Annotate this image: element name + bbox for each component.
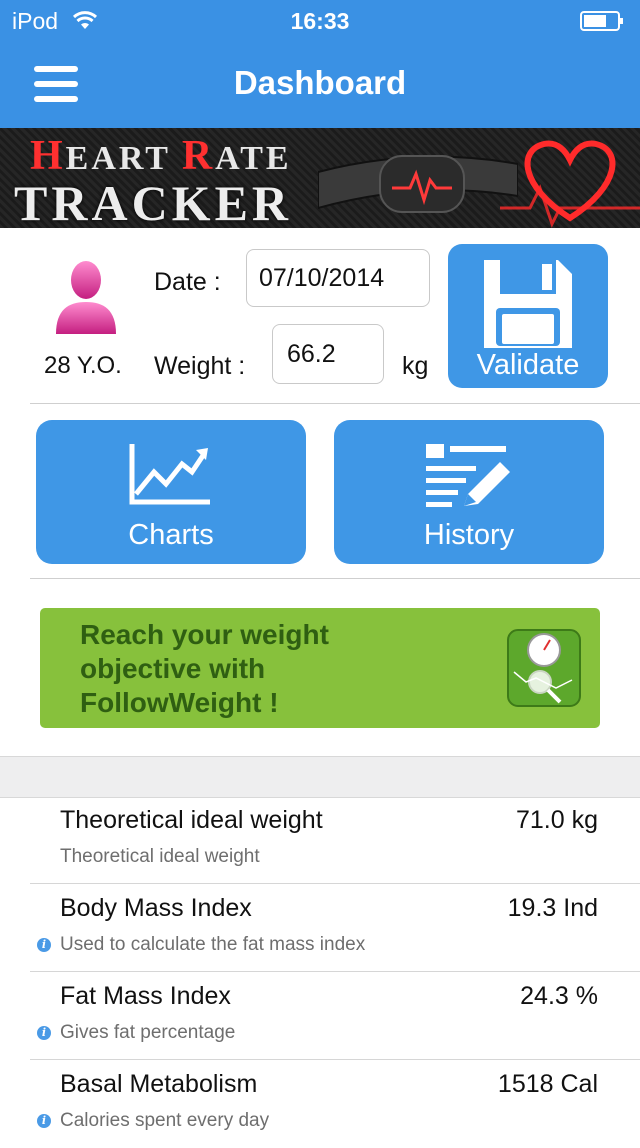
stat-row-ideal-weight: Theoretical ideal weight 71.0 kg Theoret… bbox=[0, 796, 640, 884]
validate-button-label: Validate bbox=[476, 349, 580, 381]
avatar bbox=[54, 258, 118, 341]
heart-icon bbox=[500, 128, 640, 228]
stat-name: Body Mass Index bbox=[60, 894, 252, 922]
navigation-bar: Dashboard bbox=[0, 42, 640, 128]
save-icon bbox=[482, 258, 574, 355]
stat-value: 19.3 Ind bbox=[507, 894, 598, 922]
banner-text-eart: EART bbox=[65, 140, 182, 177]
stat-value: 1518 Cal bbox=[497, 1070, 598, 1098]
divider bbox=[30, 578, 640, 579]
line-chart-icon bbox=[126, 442, 212, 513]
banner-letter-h: H bbox=[30, 133, 66, 179]
weight-field[interactable]: 66.2 bbox=[272, 324, 384, 384]
heart-rate-strap-icon bbox=[317, 136, 519, 227]
stat-description: Theoretical ideal weight bbox=[60, 846, 260, 867]
top-bar: iPod 16:33 Dashboard bbox=[0, 0, 640, 128]
stat-name: Theoretical ideal weight bbox=[60, 806, 323, 834]
stat-value: 24.3 % bbox=[520, 982, 598, 1010]
stat-name: Fat Mass Index bbox=[60, 982, 231, 1010]
section-gap bbox=[0, 756, 640, 798]
stat-row-bmi: Body Mass Index 19.3 Ind i Used to calcu… bbox=[0, 884, 640, 972]
banner-tracker-text: TRACKER bbox=[14, 175, 293, 228]
battery-icon bbox=[580, 10, 626, 38]
charts-button-label: Charts bbox=[128, 519, 214, 551]
weight-unit-label: kg bbox=[402, 352, 429, 380]
date-label: Date : bbox=[154, 268, 221, 296]
age-label: 28 Y.O. bbox=[44, 352, 122, 379]
weight-label: Weight : bbox=[154, 352, 246, 380]
stat-name: Basal Metabolism bbox=[60, 1070, 258, 1098]
stat-row-fat-mass: Fat Mass Index 24.3 % i Gives fat percen… bbox=[0, 972, 640, 1060]
date-field[interactable]: 07/10/2014 bbox=[246, 249, 430, 307]
followweight-app-icon bbox=[506, 628, 582, 713]
banner-heart-rate-text: HEART RATE bbox=[30, 132, 292, 180]
validate-button[interactable]: Validate bbox=[448, 244, 608, 388]
info-icon[interactable]: i bbox=[37, 938, 51, 952]
promo-text: Reach your weight objective with FollowW… bbox=[80, 619, 329, 718]
history-button-label: History bbox=[423, 519, 515, 551]
divider bbox=[30, 403, 640, 404]
status-time: 16:33 bbox=[290, 8, 350, 34]
banner-text-ate: ATE bbox=[215, 140, 292, 177]
history-list-icon bbox=[424, 442, 514, 521]
heart-rate-tracker-banner: HEART RATE TRACKER bbox=[0, 128, 640, 228]
page-title: Dashboard bbox=[233, 64, 407, 101]
stat-value: 71.0 kg bbox=[515, 806, 598, 834]
stat-description: Gives fat percentage bbox=[60, 1022, 236, 1043]
stat-description: Used to calculate the fat mass index bbox=[60, 934, 366, 955]
banner-letter-r: R bbox=[181, 133, 216, 179]
info-icon[interactable]: i bbox=[37, 1026, 51, 1040]
charts-button[interactable]: Charts bbox=[36, 420, 306, 564]
history-button[interactable]: History bbox=[334, 420, 604, 564]
status-bar: iPod 16:33 bbox=[0, 0, 640, 42]
stat-description: Calories spent every day bbox=[60, 1110, 270, 1131]
stat-row-basal-metabolism: Basal Metabolism 1518 Cal i Calories spe… bbox=[0, 1060, 640, 1148]
info-icon[interactable]: i bbox=[37, 1114, 51, 1128]
followweight-promo-banner[interactable]: Reach your weight objective with FollowW… bbox=[40, 608, 600, 728]
